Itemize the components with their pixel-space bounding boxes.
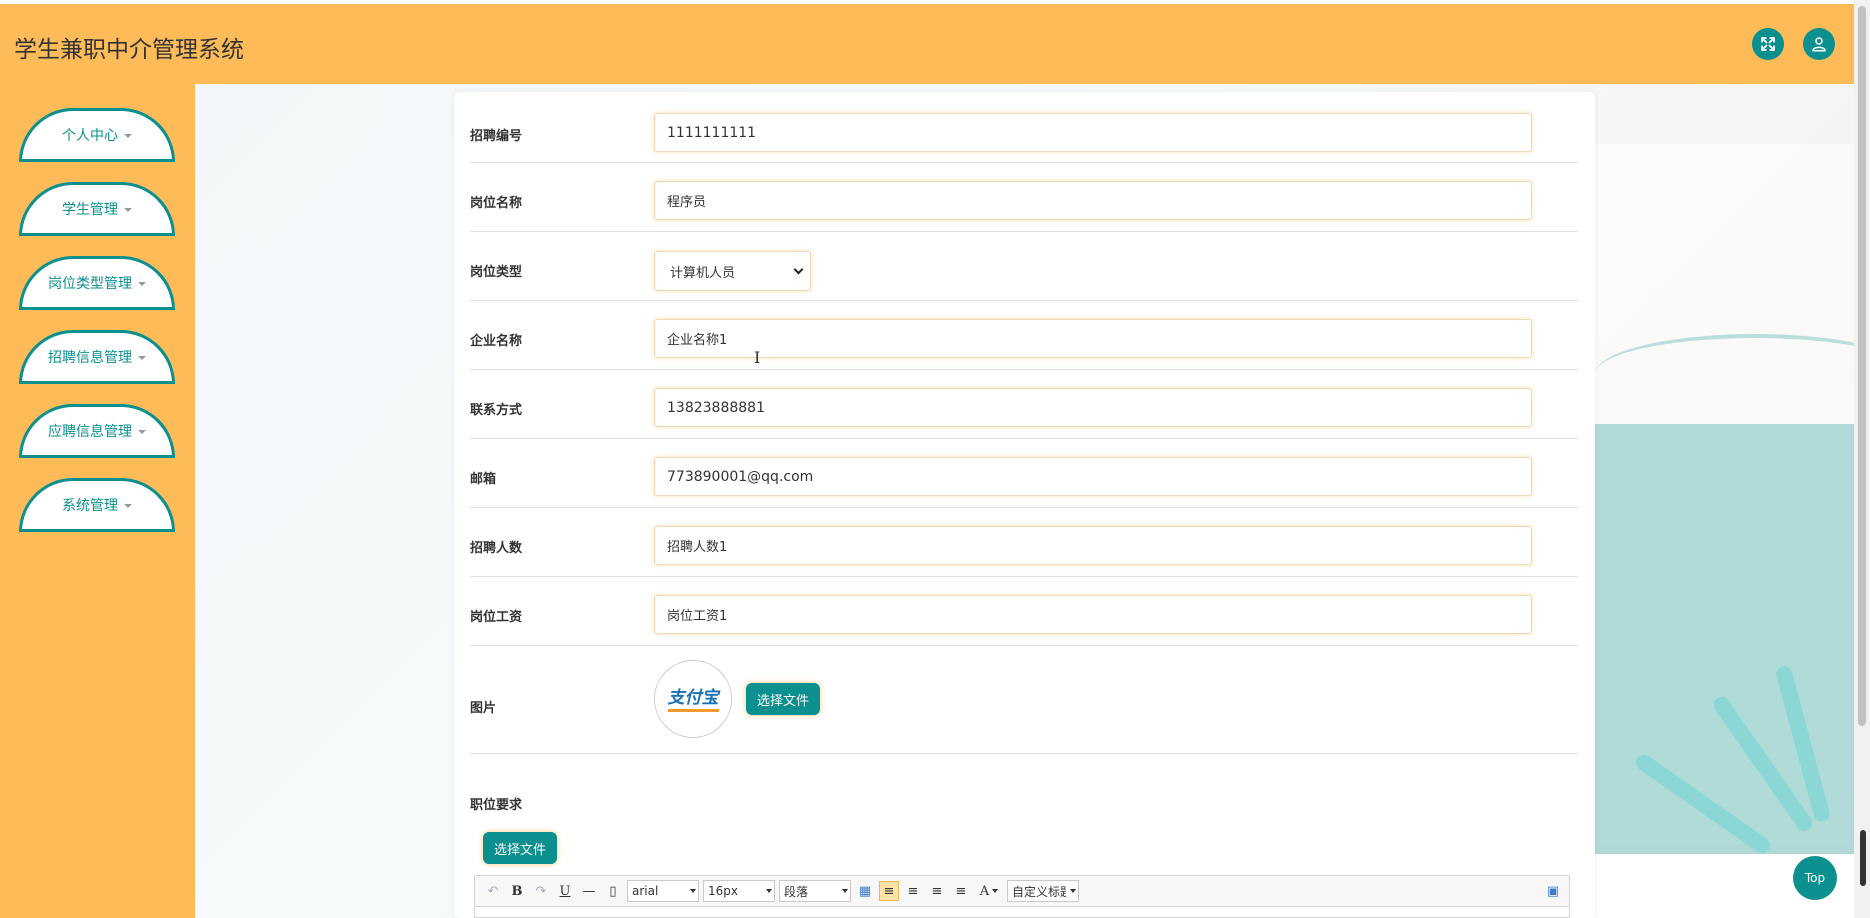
font-size-value: 16px (708, 884, 738, 898)
sidebar-item-label: 招聘信息管理 (48, 350, 132, 366)
custom-title-select[interactable]: 自定义标题 (1007, 880, 1079, 902)
paste-text-icon[interactable]: ▯ (603, 881, 623, 901)
back-to-top-button[interactable]: Top (1793, 856, 1837, 900)
company-name-input[interactable]: 企业名称1 (654, 319, 1532, 358)
sidebar-item-label: 个人中心 (62, 128, 118, 144)
sidebar-item-label: 应聘信息管理 (48, 424, 132, 440)
font-family-select[interactable]: arial (627, 880, 699, 902)
underline-button[interactable]: U (555, 881, 575, 901)
sidebar-item-application-info-management[interactable]: 应聘信息管理 (19, 404, 175, 458)
font-size-select[interactable]: 16px (703, 880, 775, 902)
choose-requirements-file-button[interactable]: 选择文件 (483, 832, 558, 864)
sidebar-item-recruitment-info-management[interactable]: 招聘信息管理 (19, 330, 175, 384)
caret-down-icon (138, 356, 146, 360)
user-icon (1812, 37, 1826, 52)
salary-input[interactable]: 岗位工资1 (654, 595, 1532, 634)
form-row-position-name: 岗位名称 程序员 (470, 163, 1578, 232)
position-type-select[interactable]: 计算机人员 (654, 251, 811, 291)
alipay-logo: 支付宝 (667, 687, 719, 712)
preview-icon[interactable]: ▣ (1543, 881, 1563, 901)
field-label: 岗位工资 (470, 610, 523, 625)
custom-title-value: 自定义标题 (1012, 884, 1066, 899)
recruit-no-input[interactable]: 1111111111 (654, 113, 1532, 152)
caret-down-icon (124, 504, 132, 508)
email-input[interactable]: 773890001@qq.com (654, 457, 1532, 496)
select-value: 计算机人员 (670, 265, 736, 281)
form-row-email: 邮箱 773890001@qq.com (470, 439, 1578, 508)
field-label: 邮箱 (470, 472, 497, 487)
contact-input[interactable]: 13823888881 (654, 388, 1532, 427)
chevron-down-icon (992, 889, 999, 893)
field-label: 联系方式 (470, 403, 523, 418)
edit-form-card: 招聘编号 1111111111 岗位名称 程序员 岗位类型 计算机人员 企业名称… (454, 92, 1595, 918)
field-label: 岗位名称 (470, 196, 523, 211)
field-label: 岗位类型 (470, 265, 523, 280)
align-left-icon[interactable]: ≡ (879, 881, 899, 901)
chevron-down-icon (842, 889, 848, 893)
sidebar: 个人中心 学生管理 岗位类型管理 招聘信息管理 应聘信息管理 系统管理 (0, 84, 195, 918)
caret-down-icon (138, 282, 146, 286)
requirements-label: 职位要求 (470, 798, 523, 813)
align-right-icon[interactable]: ≡ (903, 881, 923, 901)
form-row-contact: 联系方式 13823888881 (470, 370, 1578, 439)
redo-icon[interactable]: ↷ (531, 881, 551, 901)
sidebar-item-position-type-management[interactable]: 岗位类型管理 (19, 256, 175, 310)
chevron-down-icon (690, 889, 696, 893)
paragraph-value: 段落 (784, 884, 809, 899)
editor-toolbar: ↶ B ↷ U — ▯ arial 16px 段落 ▦ ≡ ≡ ≡ ≡ A 自定… (474, 875, 1570, 907)
position-name-input[interactable]: 程序员 (654, 181, 1532, 220)
chevron-down-icon (1070, 889, 1076, 893)
expand-icon (1761, 37, 1775, 51)
caret-down-icon (124, 208, 132, 212)
chevron-down-icon (793, 264, 804, 274)
form-row-recruit-no: 招聘编号 1111111111 (470, 110, 1578, 163)
fullscreen-button[interactable] (1752, 28, 1784, 60)
caret-down-icon (138, 430, 146, 434)
headcount-input[interactable]: 招聘人数1 (654, 526, 1532, 565)
field-label: 招聘编号 (470, 129, 523, 144)
field-label: 企业名称 (470, 334, 523, 349)
sidebar-item-label: 岗位类型管理 (48, 276, 132, 292)
field-label: 图片 (470, 701, 497, 716)
choose-image-file-button[interactable]: 选择文件 (746, 683, 821, 715)
user-button[interactable] (1803, 28, 1835, 60)
scrollbar-thumb[interactable] (1860, 830, 1866, 886)
form-row-salary: 岗位工资 岗位工资1 (470, 577, 1578, 646)
sidebar-item-student-management[interactable]: 学生管理 (19, 182, 175, 236)
form-row-headcount: 招聘人数 招聘人数1 (470, 508, 1578, 577)
form-row-position-type: 岗位类型 计算机人员 (470, 232, 1578, 301)
app-title: 学生兼职中介管理系统 (14, 37, 244, 63)
top-header: 学生兼职中介管理系统 (0, 4, 1854, 84)
editor-content-area[interactable] (474, 907, 1570, 918)
align-justify-icon[interactable]: ≡ (951, 881, 971, 901)
font-color-label: A (979, 883, 990, 899)
chevron-down-icon (766, 889, 772, 893)
paragraph-select[interactable]: 段落 (779, 880, 851, 902)
sidebar-item-system-management[interactable]: 系统管理 (19, 478, 175, 532)
uploaded-image-thumbnail: 支付宝 (654, 660, 732, 738)
font-family-value: arial (632, 884, 659, 898)
font-color-button[interactable]: A (975, 881, 1003, 901)
sidebar-item-label: 学生管理 (62, 202, 118, 218)
text-cursor-icon: I (754, 348, 761, 367)
sidebar-item-label: 系统管理 (62, 498, 118, 514)
sidebar-item-personal-center[interactable]: 个人中心 (19, 108, 175, 162)
align-center-icon[interactable]: ≡ (927, 881, 947, 901)
caret-down-icon (124, 134, 132, 138)
form-row-company-name: 企业名称 企业名称1 (470, 301, 1578, 370)
field-label: 招聘人数 (470, 541, 523, 556)
scrollbar-thumb[interactable] (1858, 6, 1866, 726)
table-icon[interactable]: ▦ (855, 881, 875, 901)
form-row-image: 图片 支付宝 选择文件 (470, 646, 1578, 754)
undo-icon[interactable]: ↶ (483, 881, 503, 901)
horizontal-rule-icon[interactable]: — (579, 881, 599, 901)
bold-button[interactable]: B (507, 881, 527, 901)
